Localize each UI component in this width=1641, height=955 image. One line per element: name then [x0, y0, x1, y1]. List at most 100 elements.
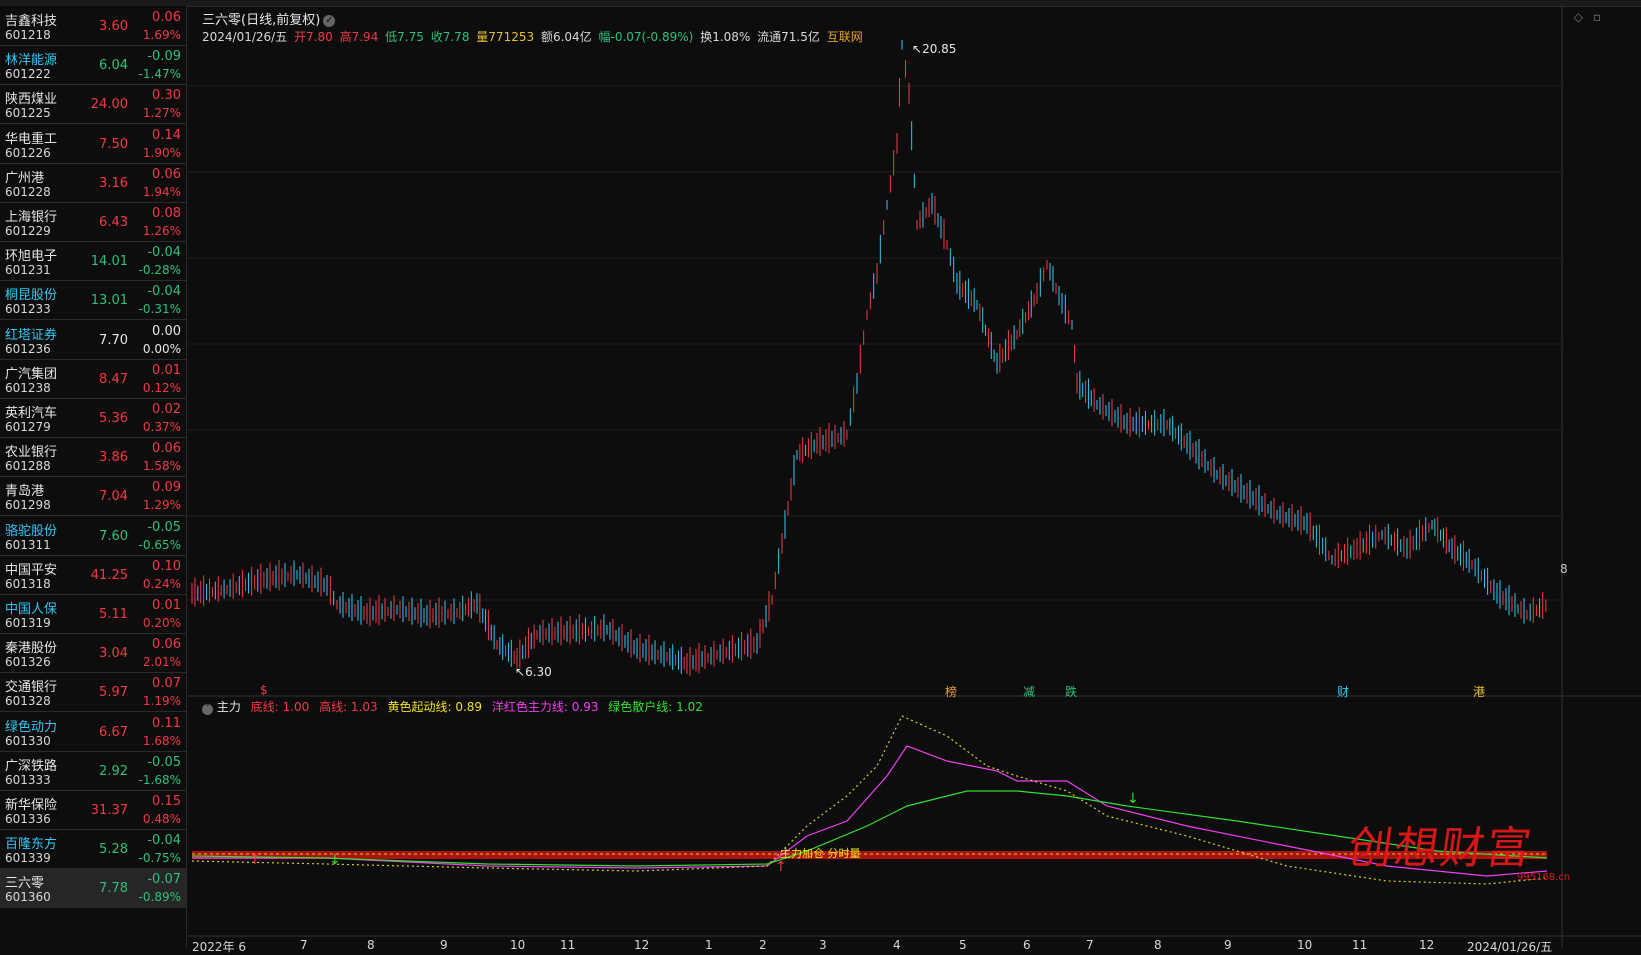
stock-change-pct: 0.37%	[142, 420, 181, 434]
stock-name: 农业银行	[5, 445, 58, 461]
watermark-url: 995168.cn	[1517, 872, 1571, 883]
kline-chart-canvas[interactable]: ↑ ↑ ↓ ↓	[187, 6, 1641, 948]
stock-list-row[interactable]: 绿色动力 601330 6.67 0.11 1.68%	[0, 712, 186, 752]
stock-price: 3.60	[99, 19, 128, 34]
chevron-down-icon[interactable]: ✓	[323, 14, 336, 27]
stock-change-pct: -0.89%	[138, 890, 181, 905]
stock-list-row[interactable]: 交通银行 601328 5.97 0.07 1.19%	[0, 672, 186, 713]
stock-list-row[interactable]: 上海银行 601229 6.43 0.08 1.26%	[0, 202, 186, 242]
stock-price: 3.16	[99, 175, 128, 191]
stock-change: 0.08	[152, 206, 181, 221]
expand-icon[interactable]: ▫	[1593, 10, 1601, 24]
event-marker-reduce[interactable]: 减	[1023, 683, 1035, 700]
stock-change: 0.09	[152, 480, 181, 496]
stock-change: 0.14	[152, 127, 181, 143]
stock-price: 5.97	[99, 685, 128, 701]
stock-change-pct: -0.31%	[138, 302, 181, 317]
watermark-logo: 创想财富	[1344, 823, 1536, 874]
stock-list-row[interactable]: 骆驼股份 601311 7.60 -0.05 -0.65%	[0, 516, 186, 556]
stock-list-row[interactable]: 广汽集团 601238 8.47 0.01 0.12%	[0, 359, 186, 399]
stock-change-pct: -1.68%	[138, 772, 181, 787]
stock-list-row[interactable]: 吉鑫科技 601218 3.60 0.06 1.69%	[0, 6, 186, 46]
stock-list-row[interactable]: 华电重工 601226 7.50 0.14 1.90%	[0, 124, 186, 164]
stock-change: 0.15	[152, 794, 181, 809]
stock-change-pct: 1.58%	[142, 459, 181, 474]
stock-change: 0.30	[152, 88, 181, 104]
stock-change-pct: 0.48%	[142, 812, 181, 826]
stock-list-row[interactable]: 英利汽车 601279 5.36 0.02 0.37%	[0, 398, 186, 438]
chart-title[interactable]: 三六零(日线,前复权) ✓	[202, 9, 336, 28]
stock-list-row[interactable]: 中国平安 601318 41.25 0.10 0.24%	[0, 555, 186, 595]
stock-code: 601218	[5, 28, 51, 42]
stock-price: 31.37	[90, 803, 128, 818]
stock-change: 0.01	[152, 362, 181, 378]
stock-list-row[interactable]: 青岛港 601298 7.04 0.09 1.29%	[0, 476, 186, 517]
x-axis-tick-label: 9	[440, 938, 448, 952]
stock-list-row[interactable]: 广深铁路 601333 2.92 -0.05 -1.68%	[0, 751, 186, 791]
signal-arrow-icon: ↑	[775, 859, 787, 875]
stock-list-row[interactable]: 新华保险 601336 31.37 0.15 0.48%	[0, 790, 186, 830]
stock-price: 3.86	[99, 450, 128, 466]
stock-list-row[interactable]: 红塔证券 601236 7.70 0.00 0.00%	[0, 320, 186, 360]
window-controls[interactable]: ◇ ▫	[1574, 10, 1601, 24]
indicator-bottom-line: 底线: 1.00	[250, 700, 310, 714]
kline-chart-panel[interactable]: ↑ ↑ ↓ ↓ 三六零(日线,前复权) ✓ 2024/01/26/五 开7.80 高7.…	[187, 6, 1641, 954]
stock-change: -0.09	[147, 49, 181, 65]
stock-list-row[interactable]: 林洋能源 601222 6.04 -0.09 -1.47%	[0, 45, 186, 86]
stock-name: 环旭电子	[5, 249, 58, 265]
event-marker-list[interactable]: 榜	[945, 683, 957, 700]
stock-list-row[interactable]: 桐昆股份 601233 13.01 -0.04 -0.31%	[0, 280, 186, 321]
event-marker-dollar[interactable]: $	[260, 683, 268, 697]
stock-list-row[interactable]: 百隆东方 601339 5.28 -0.04 -0.75%	[0, 829, 186, 870]
indicator-high-line: 高线: 1.03	[319, 700, 378, 714]
stock-name: 林洋能源	[5, 53, 58, 69]
stock-name: 中国人保	[5, 602, 58, 617]
low-price-marker: ↖6.30	[515, 665, 552, 679]
quote-bar: 2024/01/26/五 开7.80 高7.94 低7.75 收7.78 量77…	[202, 28, 866, 45]
stock-change-pct: 0.20%	[142, 616, 181, 630]
stock-change-pct: -0.28%	[138, 263, 181, 278]
stock-list-row[interactable]: 陕西煤业 601225 24.00 0.30 1.27%	[0, 84, 186, 125]
stock-code: 601311	[5, 537, 51, 552]
diamond-icon[interactable]: ◇	[1574, 10, 1583, 24]
x-axis-tick-label: 6	[1023, 938, 1031, 952]
stock-change: 0.10	[152, 558, 181, 574]
stock-change-pct: 0.00%	[142, 341, 181, 356]
stock-change-pct: 1.90%	[142, 145, 181, 160]
stock-list-row[interactable]: 环旭电子 601231 14.01 -0.04 -0.28%	[0, 241, 186, 282]
stock-price: 7.04	[99, 489, 128, 505]
stock-list-row[interactable]: 秦港股份 601326 3.04 0.06 2.01%	[0, 633, 186, 674]
x-axis-tick-label: 7	[300, 938, 308, 952]
stock-code: 601229	[5, 224, 51, 238]
event-marker-finance[interactable]: 财	[1337, 683, 1349, 700]
stock-price: 5.11	[99, 607, 128, 622]
x-axis-tick-label: 3	[819, 938, 827, 952]
stock-change-pct: 1.69%	[142, 28, 181, 42]
stock-price: 13.01	[90, 293, 128, 309]
stock-list-panel: 吉鑫科技 601218 3.60 0.06 1.69% 林洋能源 601222 6.04 -0.…	[0, 6, 186, 948]
stock-name: 陕西煤业	[5, 92, 58, 108]
low-price-value: 6.30	[525, 665, 552, 679]
chevron-down-icon[interactable]: ˅	[202, 704, 213, 715]
stock-code: 601225	[5, 106, 51, 121]
stock-list-row[interactable]: 中国人保 601319 5.11 0.01 0.20%	[0, 594, 186, 634]
stock-code: 601236	[5, 341, 51, 356]
x-axis-tick-label: 7	[1086, 938, 1094, 952]
stock-code: 601318	[5, 576, 51, 591]
indicator-name[interactable]: ˅ 主力	[202, 700, 241, 715]
stock-list-row[interactable]: 三六零 601360 7.78 -0.07 -0.89%	[0, 868, 186, 909]
stock-code: 601319	[5, 616, 51, 630]
event-marker-hk[interactable]: 港	[1473, 683, 1485, 700]
stock-list-row[interactable]: 广州港 601228 3.16 0.06 1.94%	[0, 163, 186, 203]
signal-arrow-icon: ↓	[1127, 791, 1139, 807]
stock-code: 601231	[5, 263, 51, 278]
stock-code: 601238	[5, 380, 51, 395]
right-scale-label: 8	[1560, 562, 1568, 576]
stock-code: 601333	[5, 772, 51, 787]
stock-list-row[interactable]: 农业银行 601288 3.86 0.06 1.58%	[0, 437, 186, 478]
quote-source[interactable]: 互联网	[827, 30, 863, 44]
stock-change: -0.05	[147, 519, 181, 535]
stock-change-pct: 0.12%	[142, 380, 181, 395]
x-axis-tick-label: 4	[893, 938, 901, 952]
event-marker-fall[interactable]: 跌	[1065, 683, 1077, 700]
